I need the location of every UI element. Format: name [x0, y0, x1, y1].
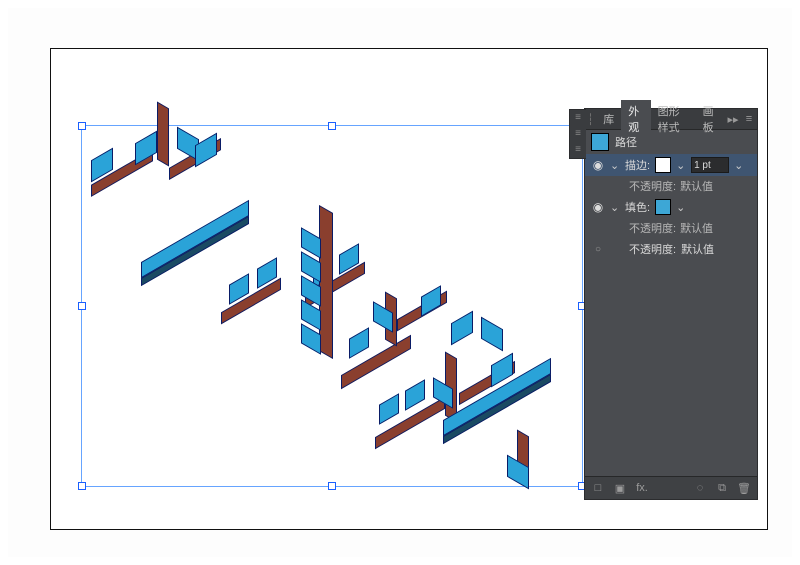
- target-ring-icon[interactable]: ○: [591, 244, 605, 255]
- stroke-color-dropdown-icon[interactable]: ⌄: [676, 159, 686, 172]
- fill-label: 填色:: [625, 199, 650, 215]
- target-swatch[interactable]: [591, 133, 609, 151]
- footer-layers-icon[interactable]: ▣: [613, 482, 627, 495]
- panel-grip-icon[interactable]: ┆: [585, 113, 596, 126]
- panel-collapse-icon[interactable]: ▸▸: [725, 113, 741, 126]
- tab-layers[interactable]: 画板: [696, 100, 725, 138]
- footer-square-icon[interactable]: □: [591, 482, 605, 494]
- clear-appearance-icon[interactable]: ◌: [693, 482, 707, 494]
- tab-library[interactable]: 库: [596, 108, 621, 130]
- expand-icon[interactable]: ⌄: [610, 201, 620, 214]
- target-label: 路径: [615, 134, 637, 150]
- appearance-opacity-row[interactable]: ○ 不透明度: 默认值: [585, 238, 757, 260]
- dock-icon[interactable]: ≡: [570, 142, 586, 158]
- handle-bottom-left[interactable]: [78, 482, 86, 490]
- add-effect-button[interactable]: fx.: [635, 482, 649, 494]
- stroke-label: 描边:: [625, 157, 650, 173]
- dock-icon[interactable]: ≡: [570, 126, 586, 142]
- fill-color-dropdown-icon[interactable]: ⌄: [676, 201, 686, 214]
- dock-icon[interactable]: ≡: [570, 110, 586, 126]
- stroke-opacity-row[interactable]: 不透明度: 默认值: [585, 176, 757, 196]
- panel-menu-icon[interactable]: ≡: [741, 113, 757, 126]
- handle-top-mid[interactable]: [328, 122, 336, 130]
- opacity-label: 不透明度:: [629, 220, 676, 236]
- stroke-weight-dropdown-icon[interactable]: ⌄: [734, 159, 744, 172]
- panel-tabs: ┆ 库 外观 图形样式 画板 ▸▸ ≡: [585, 109, 757, 130]
- app-frame: ≡ ≡ ≡ ┆ 库 外观 图形样式 画板 ▸▸ ≡ 路径: [8, 8, 792, 557]
- duplicate-item-icon[interactable]: ⧉: [715, 482, 729, 495]
- stroke-color-swatch[interactable]: [655, 157, 671, 173]
- appearance-stroke-row[interactable]: ◉ ⌄ 描边: ⌄ ⌄: [585, 154, 757, 176]
- appearance-panel[interactable]: ≡ ≡ ≡ ┆ 库 外观 图形样式 画板 ▸▸ ≡ 路径: [585, 109, 757, 499]
- tab-graphic-styles[interactable]: 图形样式: [651, 100, 696, 138]
- tab-appearance[interactable]: 外观: [621, 100, 650, 138]
- handle-top-left[interactable]: [78, 122, 86, 130]
- visibility-eye-icon[interactable]: ◉: [591, 200, 605, 214]
- opacity-value: 默认值: [681, 241, 714, 257]
- opacity-label: 不透明度:: [629, 241, 676, 257]
- handle-bottom-mid[interactable]: [328, 482, 336, 490]
- visibility-eye-icon[interactable]: ◉: [591, 158, 605, 172]
- opacity-value: 默认值: [680, 178, 713, 194]
- expand-icon[interactable]: ⌄: [610, 159, 620, 172]
- document-window: ≡ ≡ ≡ ┆ 库 外观 图形样式 画板 ▸▸ ≡ 路径: [50, 48, 768, 530]
- panel-dock-strip[interactable]: ≡ ≡ ≡: [569, 109, 586, 159]
- fill-color-swatch[interactable]: [655, 199, 671, 215]
- opacity-value: 默认值: [680, 220, 713, 236]
- appearance-panel-footer: □ ▣ fx. ◌ ⧉ 🗑: [585, 476, 757, 499]
- opacity-label: 不透明度:: [629, 178, 676, 194]
- delete-item-icon[interactable]: 🗑: [737, 482, 751, 495]
- handle-mid-left[interactable]: [78, 302, 86, 310]
- appearance-fill-row[interactable]: ◉ ⌄ 填色: ⌄: [585, 196, 757, 218]
- fill-opacity-row[interactable]: 不透明度: 默认值: [585, 218, 757, 238]
- stroke-weight-input[interactable]: [691, 157, 729, 173]
